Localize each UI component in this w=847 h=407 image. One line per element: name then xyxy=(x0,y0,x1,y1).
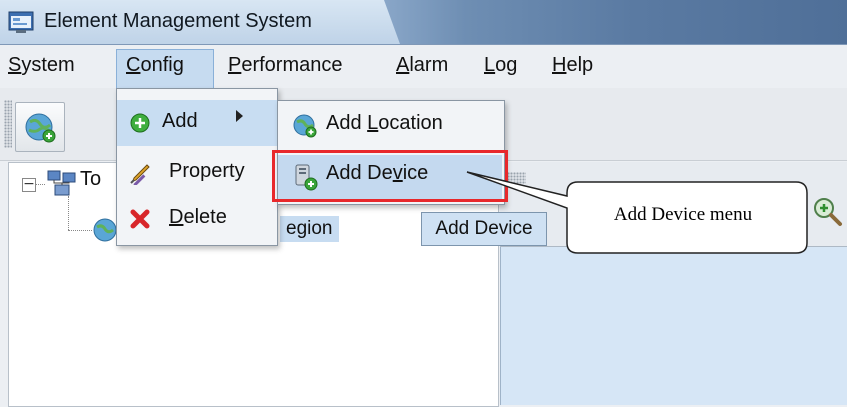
add-location-toolbar-button[interactable] xyxy=(15,102,65,152)
menu-performance[interactable]: Performance xyxy=(228,54,343,77)
tree-connector xyxy=(35,184,45,185)
add-location-label: Add Location xyxy=(326,112,443,134)
toolbar-grip[interactable] xyxy=(4,100,12,148)
network-tree-icon xyxy=(47,170,76,196)
tree-connector xyxy=(68,196,69,230)
app-window-icon xyxy=(8,11,34,33)
submenu-arrow-icon xyxy=(236,110,243,122)
globe-add-icon xyxy=(293,114,317,138)
pencil-icon xyxy=(130,164,150,185)
config-add-label: Add xyxy=(162,110,198,132)
tree-region-label[interactable]: egion xyxy=(280,216,339,242)
menu-system[interactable]: System xyxy=(8,54,75,77)
delete-x-icon xyxy=(130,209,150,229)
globe-icon xyxy=(93,218,117,242)
callout-text: Add Device menu xyxy=(613,204,753,225)
plus-circle-icon xyxy=(130,113,150,133)
globe-add-icon xyxy=(25,113,56,143)
window-title: Element Management System xyxy=(44,10,312,32)
menu-alarm[interactable]: Alarm xyxy=(396,54,448,77)
tree-root-label[interactable]: To xyxy=(80,168,101,191)
menu-help[interactable]: Help xyxy=(552,54,593,77)
config-delete-label: Delete xyxy=(169,206,227,228)
config-property-label: Property xyxy=(169,160,245,182)
menu-config[interactable]: Config xyxy=(126,54,184,77)
tree-connector xyxy=(68,230,92,231)
tree-collapse-toggle[interactable]: − xyxy=(22,177,36,192)
menu-log[interactable]: Log xyxy=(484,54,517,77)
